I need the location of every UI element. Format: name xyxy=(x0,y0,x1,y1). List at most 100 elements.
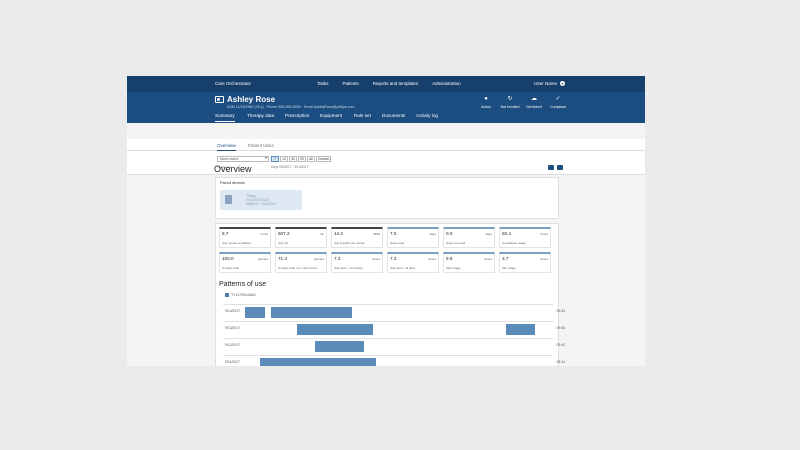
pattern-row: 9/13/2017 09:08 xyxy=(223,321,565,335)
stat-value: 71.4 xyxy=(278,256,287,261)
device-tile[interactable]: Trilogy TV11709144AG 9/8/2017 - 9/14/201… xyxy=(220,190,302,210)
pattern-total: 03:40 xyxy=(556,343,566,347)
stat-unit: hours xyxy=(540,257,548,261)
link-status-button[interactable]: ☁ Not linked xyxy=(522,96,546,109)
stat-label: % days used 4 or more hours xyxy=(278,266,318,270)
range-90-button[interactable]: 90 xyxy=(298,156,306,162)
device-dates: 9/8/2017 - 9/14/2017 xyxy=(246,202,277,206)
stat-tile: 8.7 L/min Avg minute ventilation xyxy=(219,227,271,248)
patient-name: Ashley Rose xyxy=(227,95,276,104)
usage-bar[interactable] xyxy=(506,324,535,335)
usage-bar[interactable] xyxy=(314,341,364,352)
stat-unit: days xyxy=(429,232,436,236)
range-all-button[interactable]: All xyxy=(307,156,315,162)
stat-unit: percent xyxy=(257,257,268,261)
stat-unit: L/min xyxy=(260,232,268,236)
compliance-status-button[interactable]: ✓ Compliant xyxy=(546,96,570,109)
pattern-row: 9/14/2017 09:43 xyxy=(223,304,565,318)
stat-label: Avg used - used days xyxy=(334,266,363,270)
range-custom-button[interactable]: Custom xyxy=(316,156,332,162)
date-range: Days 9/8/2017 - 9/14/2017 xyxy=(271,165,309,169)
stat-tile: 50.4 hours Cumulative usage xyxy=(499,227,551,248)
tab-equipment[interactable]: Equipment xyxy=(320,113,342,118)
patient-actions: ● Action ↻ Not enrolled ☁ Not linked ✓ C… xyxy=(474,96,570,109)
check-icon: ✓ xyxy=(555,96,561,102)
stat-unit: hours xyxy=(484,257,492,261)
sub-tabs: Overview Patient tasks xyxy=(127,139,645,151)
usage-bar[interactable] xyxy=(271,307,353,318)
range-7-button[interactable]: 7 xyxy=(271,156,279,162)
tab-therapy-data[interactable]: Therapy data xyxy=(247,113,274,118)
stat-label: Avg used - all days xyxy=(390,266,416,270)
main-menu: Tasks Patients Reports and templates Adm… xyxy=(317,81,475,86)
menu-reports[interactable]: Reports and templates xyxy=(373,81,418,86)
tab-summary[interactable]: Summary xyxy=(215,113,235,122)
timeframe-select[interactable]: Most recent xyxy=(217,156,269,162)
pattern-total: 09:43 xyxy=(556,309,566,313)
stat-tile: 7.0 days Days used xyxy=(387,227,439,248)
stat-value: 7.0 xyxy=(390,231,397,236)
stat-value: 3.7 xyxy=(502,256,509,261)
stat-tile: 14.2 BPM Avg breaths per minute xyxy=(331,227,383,248)
brand-name[interactable]: Care Orchestrator xyxy=(215,81,251,86)
tab-activity-log[interactable]: Activity log xyxy=(416,113,438,118)
person-icon: ● xyxy=(484,96,488,102)
chevron-down-icon: ▾ xyxy=(560,81,565,86)
top-nav: Care Orchestrator Tasks Patients Reports… xyxy=(127,76,645,92)
stat-value: 8.7 xyxy=(222,231,229,236)
page-title: Overview xyxy=(214,164,252,174)
patterns-title: Patterns of use xyxy=(219,281,267,288)
subtab-overview[interactable]: Overview xyxy=(217,143,236,151)
stat-label: Days not used xyxy=(446,241,466,245)
range-14-button[interactable]: 14 xyxy=(280,156,288,162)
range-buttons: 7 14 30 90 All Custom xyxy=(271,156,332,162)
stat-tile: 607.2 mL Avg Vte xyxy=(275,227,327,248)
stat-tile: 100.0 percent % days used xyxy=(219,252,271,273)
tab-documents[interactable]: Documents xyxy=(382,113,405,118)
stat-tile: 0.0 days Days not used xyxy=(443,227,495,248)
tab-prescription[interactable]: Prescription xyxy=(285,113,309,118)
stat-unit: mL xyxy=(319,232,324,236)
stat-tile: 7.2 hours Avg used - used days xyxy=(331,252,383,273)
stat-label: % days used xyxy=(222,266,240,270)
menu-tasks[interactable]: Tasks xyxy=(317,81,329,86)
stat-tile: 9.8 hours Max usage xyxy=(443,252,495,273)
stat-value: 100.0 xyxy=(222,256,234,261)
action-button[interactable]: ● Action xyxy=(474,96,498,109)
legend-swatch xyxy=(225,293,229,297)
stat-label: Max usage xyxy=(446,266,461,270)
filter-bar: Most recent Timeframe 7 14 30 90 All Cus… xyxy=(127,151,645,175)
menu-patients[interactable]: Patients xyxy=(343,81,359,86)
legend-label: TV11709144AG xyxy=(231,293,256,297)
print-icon[interactable] xyxy=(548,165,554,170)
page-actions xyxy=(545,165,563,170)
usage-bar[interactable] xyxy=(245,307,266,318)
tab-rule-set[interactable]: Rule set xyxy=(354,113,371,118)
save-icon[interactable] xyxy=(557,165,563,170)
cloud-icon: ☁ xyxy=(531,96,537,102)
patterns-legend: TV11709144AG xyxy=(225,293,256,297)
stat-value: 7.2 xyxy=(334,256,341,261)
usage-bar[interactable] xyxy=(297,324,373,335)
stat-tile: 3.7 hours Min usage xyxy=(499,252,551,273)
stat-value: 7.2 xyxy=(390,256,397,261)
stat-unit: hours xyxy=(540,232,548,236)
subtab-patient-tasks[interactable]: Patient tasks xyxy=(248,143,274,148)
stat-value: 607.2 xyxy=(278,231,290,236)
pattern-date: 9/12/2017 xyxy=(225,343,241,347)
stat-label: Cumulative usage xyxy=(502,241,527,245)
id-card-icon xyxy=(215,96,224,103)
menu-administration[interactable]: Administration xyxy=(432,81,461,86)
user-name: User Name xyxy=(534,81,557,86)
paired-devices-label: Paired devices xyxy=(220,181,245,185)
enrollment-status-button[interactable]: ↻ Not enrolled xyxy=(498,96,522,109)
stat-label: Avg breaths per minute xyxy=(334,241,365,245)
stat-value: 0.0 xyxy=(446,231,453,236)
stat-value: 50.4 xyxy=(502,231,511,236)
user-menu[interactable]: User Name ▾ xyxy=(534,81,565,86)
range-30-button[interactable]: 30 xyxy=(289,156,297,162)
stat-label: Avg Vte xyxy=(278,241,289,245)
usage-bar[interactable] xyxy=(259,358,376,366)
refresh-icon: ↻ xyxy=(507,96,513,102)
app-window: Care Orchestrator Tasks Patients Reports… xyxy=(127,76,645,366)
